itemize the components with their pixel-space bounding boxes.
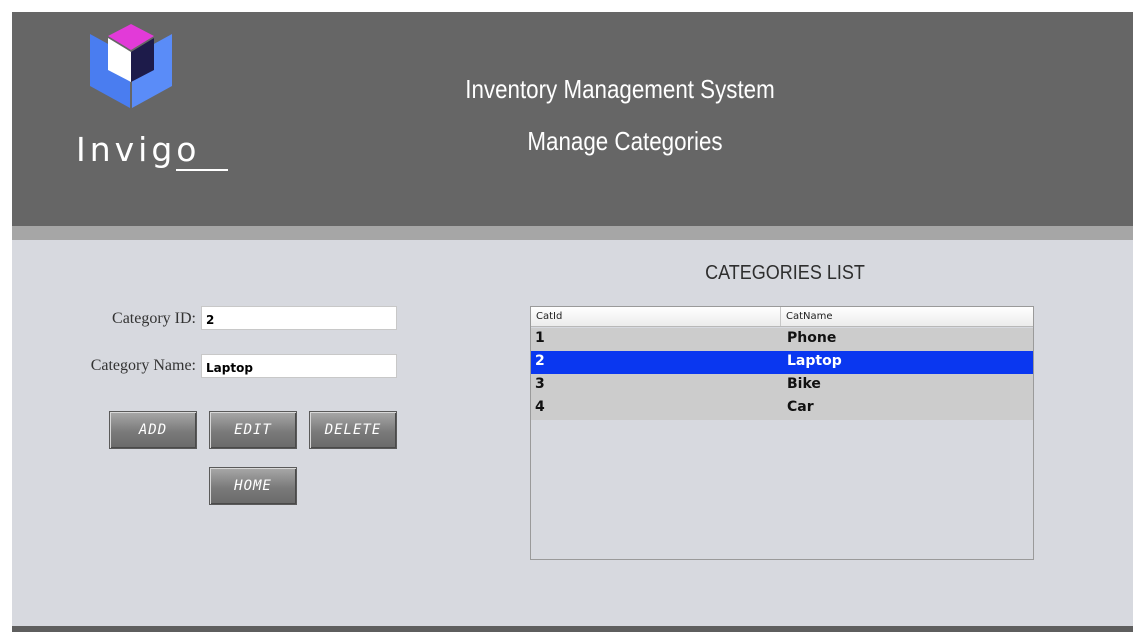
home-button[interactable]: HOME bbox=[209, 467, 297, 505]
invigo-logo: Invigo bbox=[76, 24, 228, 174]
header-divider bbox=[12, 226, 1133, 240]
cube-logo-icon bbox=[90, 24, 172, 108]
row-catname: Bike bbox=[787, 376, 821, 392]
edit-button[interactable]: EDIT bbox=[209, 411, 297, 449]
column-header-catid[interactable]: CatId bbox=[531, 307, 781, 326]
left-border bbox=[0, 12, 12, 632]
row-catname: Car bbox=[787, 399, 814, 415]
logo-underline bbox=[176, 169, 228, 171]
row-catid: 4 bbox=[535, 399, 545, 415]
add-button[interactable]: ADD bbox=[109, 411, 197, 449]
delete-button[interactable]: DELETE bbox=[309, 411, 397, 449]
table-row[interactable]: 1 Phone bbox=[531, 328, 1033, 351]
category-name-field[interactable]: Laptop bbox=[201, 354, 397, 378]
categories-list-title: CATEGORIES LIST bbox=[705, 262, 865, 284]
table-header: CatId CatName bbox=[531, 307, 1033, 327]
column-header-catname[interactable]: CatName bbox=[781, 307, 1033, 326]
row-catname: Phone bbox=[787, 330, 837, 346]
categories-table[interactable]: CatId CatName 1 Phone 2 Laptop 3 Bike 4 … bbox=[530, 306, 1034, 560]
table-row[interactable]: 4 Car bbox=[531, 397, 1033, 420]
logo-text: Invigo bbox=[76, 130, 201, 169]
app-window: Invigo Inventory Management System Manag… bbox=[0, 0, 1133, 632]
app-title: Inventory Management System bbox=[465, 74, 775, 104]
category-id-field[interactable]: 2 bbox=[201, 306, 397, 330]
row-catid: 1 bbox=[535, 330, 545, 346]
table-row-selected[interactable]: 2 Laptop bbox=[531, 351, 1033, 374]
row-catname: Laptop bbox=[787, 353, 842, 369]
row-catid: 3 bbox=[535, 376, 545, 392]
table-row[interactable]: 3 Bike bbox=[531, 374, 1033, 397]
top-strip bbox=[0, 0, 1133, 12]
footer-bar bbox=[12, 626, 1133, 632]
row-catid: 2 bbox=[535, 353, 545, 369]
category-name-label: Category Name: bbox=[90, 357, 196, 374]
page-title: Manage Categories bbox=[527, 126, 723, 156]
category-id-label: Category ID: bbox=[112, 310, 196, 327]
